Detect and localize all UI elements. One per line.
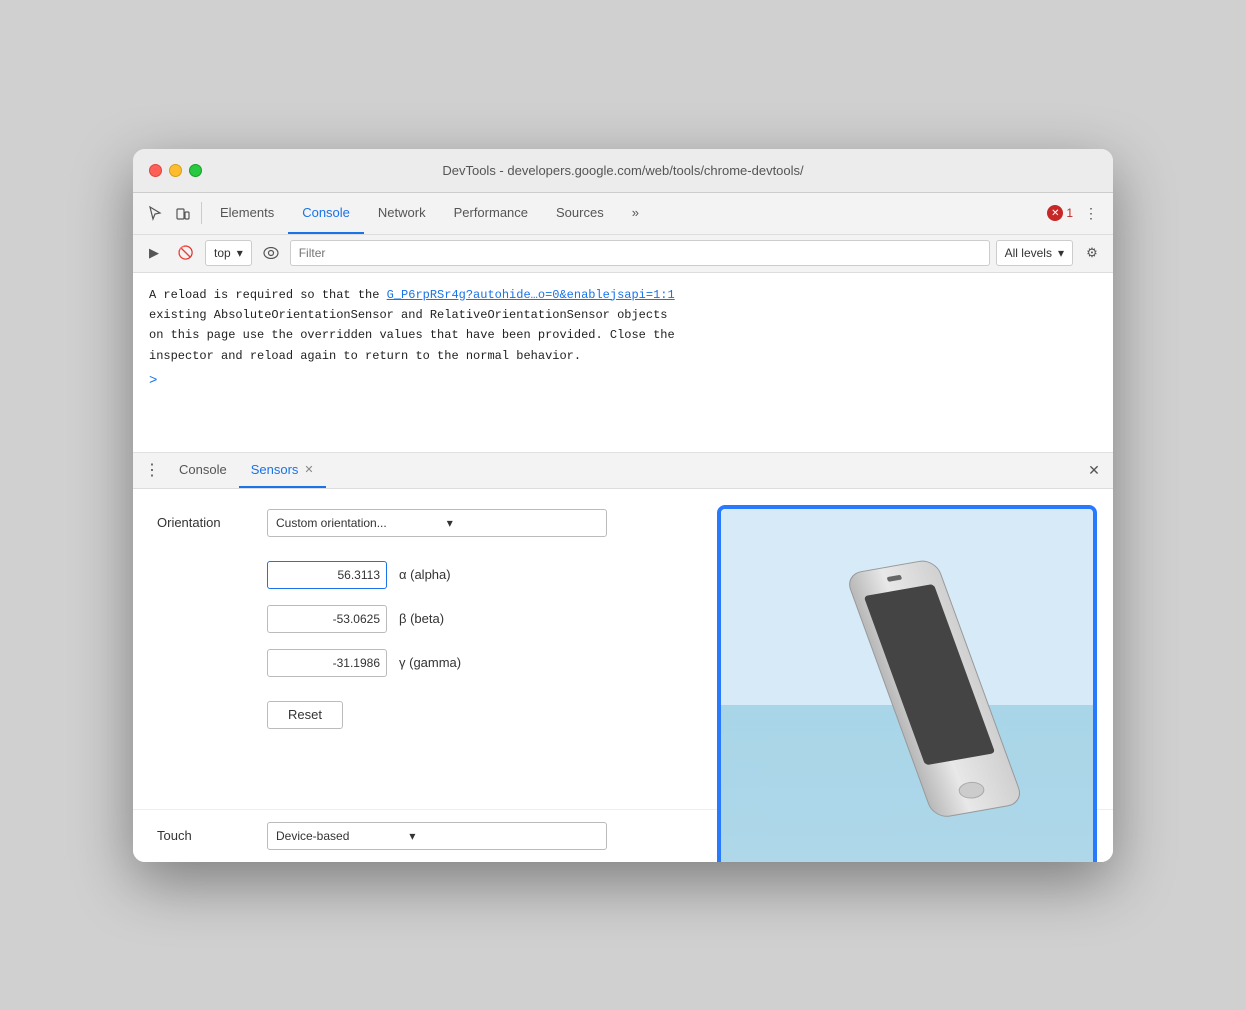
device-toggle-button[interactable]: [169, 199, 197, 227]
chevron-down-icon: ▾: [237, 246, 243, 260]
alpha-input[interactable]: 56.3113: [267, 561, 387, 589]
bottom-panel: ⋮ Console Sensors ✕ ✕ Orientation Custom…: [133, 453, 1113, 862]
orientation-value: Custom orientation...: [276, 516, 387, 530]
console-text-1: A reload is required so that the G_P6rpR…: [149, 285, 675, 367]
beta-input[interactable]: -53.0625: [267, 605, 387, 633]
beta-label: β (beta): [399, 611, 444, 626]
devtools-toolbar: Elements Console Network Performance Sou…: [133, 193, 1113, 235]
sensors-panel: Orientation Custom orientation... ▾ 56.3…: [133, 489, 1113, 809]
tab-network[interactable]: Network: [364, 193, 440, 234]
chevron-down-icon: ▾: [447, 516, 453, 530]
console-prompt[interactable]: >: [149, 366, 1097, 398]
tab-elements[interactable]: Elements: [206, 193, 288, 234]
panel-close-button[interactable]: ✕: [1083, 459, 1105, 481]
orientation-label: Orientation: [157, 515, 267, 530]
sensors-tab-close[interactable]: ✕: [304, 463, 313, 476]
touch-label: Touch: [157, 828, 267, 843]
toolbar-divider-1: [201, 202, 202, 224]
traffic-lights: [149, 164, 202, 177]
alpha-label: α (alpha): [399, 567, 451, 582]
phone-viz-background: [721, 509, 1093, 862]
run-button[interactable]: ▶: [141, 240, 167, 266]
bottom-tab-console[interactable]: Console: [167, 453, 239, 488]
tab-performance[interactable]: Performance: [440, 193, 542, 234]
chevron-down-icon: ▾: [409, 829, 415, 843]
clear-button[interactable]: 🚫: [173, 240, 199, 266]
devtools-window: DevTools - developers.google.com/web/too…: [133, 149, 1113, 862]
error-count: 1: [1066, 206, 1073, 220]
levels-value: All levels: [1005, 246, 1052, 260]
close-button[interactable]: [149, 164, 162, 177]
eye-button[interactable]: [258, 240, 284, 266]
reset-button[interactable]: Reset: [267, 701, 343, 729]
settings-button[interactable]: ⚙: [1079, 240, 1105, 266]
gamma-label: γ (gamma): [399, 655, 461, 670]
console-output: A reload is required so that the G_P6rpR…: [133, 273, 1113, 453]
filter-input[interactable]: [290, 240, 990, 266]
orientation-dropdown[interactable]: Custom orientation... ▾: [267, 509, 607, 537]
error-icon: ✕: [1047, 205, 1063, 221]
levels-selector[interactable]: All levels ▾: [996, 240, 1073, 266]
console-message-1: A reload is required so that the G_P6rpR…: [149, 285, 1097, 367]
context-selector[interactable]: top ▾: [205, 240, 252, 266]
chevron-down-icon: ▾: [1058, 246, 1064, 260]
console-link[interactable]: G_P6rpRSr4g?autohide…o=0&enablejsapi=1:1: [387, 288, 675, 302]
phone-svg: [782, 540, 1085, 857]
title-bar: DevTools - developers.google.com/web/too…: [133, 149, 1113, 193]
bottom-tab-sensors[interactable]: Sensors ✕: [239, 453, 326, 488]
minimize-button[interactable]: [169, 164, 182, 177]
main-tab-list: Elements Console Network Performance Sou…: [206, 193, 1047, 234]
tab-more[interactable]: »: [618, 193, 653, 234]
select-element-button[interactable]: [141, 199, 169, 227]
sensors-tab-label: Sensors: [251, 462, 299, 477]
devtools-menu-button[interactable]: ⋮: [1077, 199, 1105, 227]
window-title: DevTools - developers.google.com/web/too…: [442, 163, 803, 178]
touch-dropdown[interactable]: Device-based ▾: [267, 822, 607, 850]
touch-value: Device-based: [276, 829, 349, 843]
tab-sources[interactable]: Sources: [542, 193, 618, 234]
toolbar-right: ✕ 1 ⋮: [1047, 199, 1105, 227]
phone-visualization: [717, 505, 1097, 862]
context-value: top: [214, 246, 231, 260]
tab-console[interactable]: Console: [288, 193, 364, 234]
maximize-button[interactable]: [189, 164, 202, 177]
bottom-more-button[interactable]: ⋮: [141, 459, 163, 481]
console-toolbar: ▶ 🚫 top ▾ All levels ▾ ⚙: [133, 235, 1113, 273]
gamma-input[interactable]: -31.1986: [267, 649, 387, 677]
error-badge: ✕ 1: [1047, 205, 1073, 221]
bottom-tabs: ⋮ Console Sensors ✕ ✕: [133, 453, 1113, 489]
